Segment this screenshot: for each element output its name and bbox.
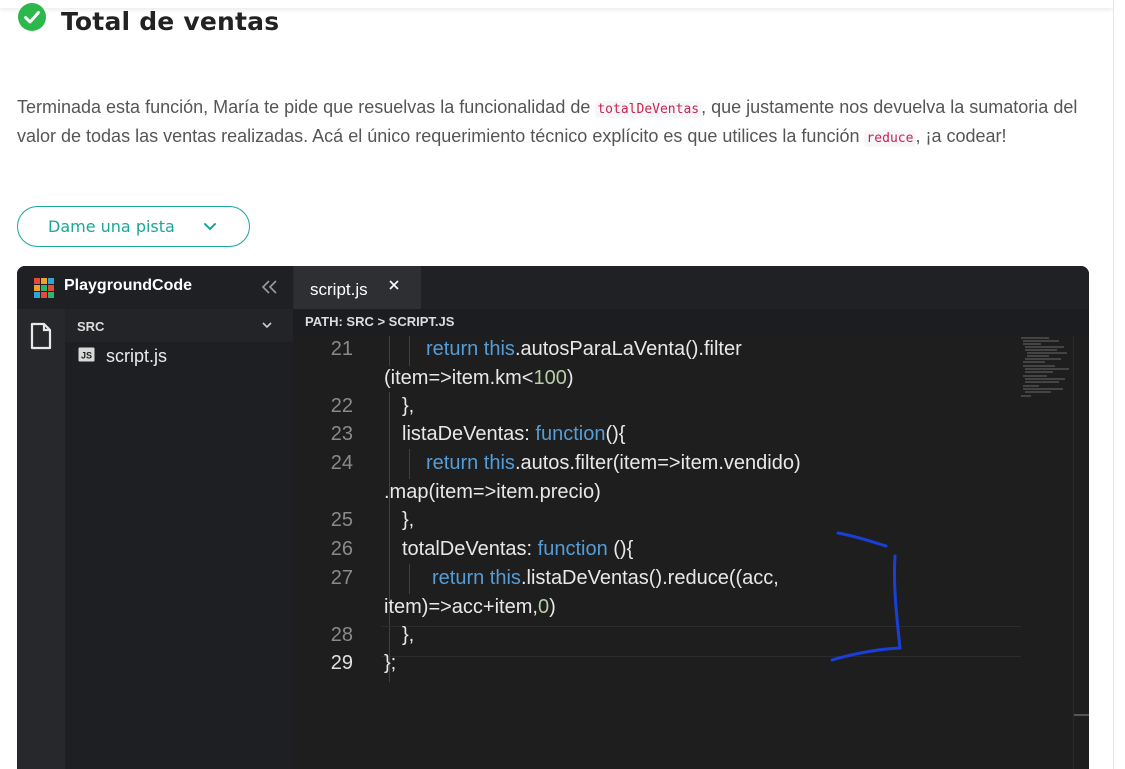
code-minimap[interactable]: [1019, 336, 1074, 406]
svg-text:JS: JS: [81, 351, 92, 361]
code-line: 25 },: [293, 507, 1023, 535]
file-script-js[interactable]: script.js: [106, 346, 167, 367]
code-line: 21 return this.autosParaLaVenta().filter: [293, 336, 1023, 364]
code-content: listaDeVentas: function(){: [402, 423, 625, 446]
code-keyword: return this: [426, 452, 515, 474]
line-number: 23: [330, 423, 353, 445]
code-content: },: [402, 509, 415, 531]
code-token: ): [549, 596, 556, 618]
exercise-description: Terminada esta función, María te pide qu…: [17, 94, 1107, 152]
code-token: (){: [605, 423, 626, 445]
description-text: Terminada esta función, María te pide qu…: [17, 97, 596, 117]
file-icon[interactable]: [30, 322, 52, 350]
code-number: 100: [533, 367, 567, 389]
line-number: 28: [330, 624, 353, 646]
code-content: .map(item=>item.precio): [384, 481, 601, 503]
code-line: 29 };: [293, 650, 1023, 678]
code-line: 27 return this.listaDeVentas().reduce((a…: [293, 565, 1023, 593]
folder-src[interactable]: SRC: [65, 309, 293, 342]
code-editor[interactable]: PATH: SRC > SCRIPT.JS 21 return this.aut…: [293, 309, 1089, 769]
code-area[interactable]: 21 return this.autosParaLaVenta().filter…: [293, 336, 1023, 769]
code-content: return this.listaDeVentas().reduce((acc,: [432, 567, 779, 590]
code-content: },: [402, 395, 415, 417]
line-number: 29: [330, 652, 353, 674]
brand-name: PlaygroundCode: [64, 277, 193, 294]
page-scrollbar[interactable]: [1113, 0, 1125, 769]
code-line-wrap: item)=>acc+item,0): [293, 593, 1023, 621]
ide-header: PlaygroundCode script.js: [17, 266, 1089, 309]
chevron-down-icon: [204, 223, 216, 231]
code-line: 26 totalDeVentas: function (){: [293, 536, 1023, 564]
tab-label: script.js: [310, 280, 368, 299]
code-content: };: [384, 652, 397, 674]
code-line-wrap: .map(item=>item.precio): [293, 478, 1023, 506]
code-token: listaDeVentas:: [402, 423, 536, 445]
code-content: totalDeVentas: function (){: [402, 538, 633, 561]
code-keyword: function: [537, 538, 608, 560]
code-line: 28 },: [293, 622, 1023, 650]
code-token: item)=>acc+item,: [384, 596, 538, 618]
code-token: .listaDeVentas().reduce((acc,: [520, 567, 779, 589]
folder-label: SRC: [77, 319, 105, 334]
code-token: (){: [607, 538, 634, 560]
line-number: 25: [330, 509, 353, 531]
code-playground: PlaygroundCode script.js SRC JS script.j…: [17, 266, 1089, 769]
section-header: Total de ventas: [17, 3, 280, 38]
code-token: (item=>item.km<: [384, 367, 534, 389]
line-number: 27: [330, 567, 353, 589]
line-number: 21: [330, 338, 353, 360]
ide-brand: PlaygroundCode: [17, 266, 294, 309]
description-text: , ¡a codear!: [915, 126, 1007, 146]
file-explorer: SRC JS script.js: [65, 309, 293, 769]
tab-script-js[interactable]: script.js: [294, 266, 421, 309]
check-circle-icon: [18, 3, 46, 31]
code-token: .autos.filter(item=>item.vendido): [514, 452, 801, 474]
code-token: ): [566, 367, 574, 389]
code-keyword: function: [535, 423, 606, 445]
hint-button[interactable]: Dame una pista: [17, 206, 250, 247]
code-line: 23 listaDeVentas: function(){: [293, 421, 1023, 449]
page-title: Total de ventas: [61, 6, 280, 36]
code-token: totalDeVentas:: [402, 538, 538, 560]
code-keyword: return this: [432, 567, 521, 589]
code-content: item)=>acc+item,0): [384, 596, 556, 619]
code-number: 0: [537, 596, 550, 618]
chevron-down-icon: [262, 322, 272, 329]
code-content: return this.autos.filter(item=>item.vend…: [426, 452, 801, 475]
code-content: return this.autosParaLaVenta().filter: [426, 338, 742, 361]
js-file-icon: JS: [78, 347, 95, 362]
double-chevron-left-icon[interactable]: [261, 279, 279, 295]
close-icon[interactable]: [388, 279, 400, 291]
code-content: (item=>item.km<100): [384, 367, 574, 390]
code-line-wrap: (item=>item.km<100): [293, 364, 1023, 392]
code-keyword: return this: [426, 338, 515, 360]
code-line: 22 },: [293, 393, 1023, 421]
grid-logo-icon: [34, 278, 54, 298]
hint-button-label: Dame una pista: [48, 217, 175, 236]
code-token: .autosParaLaVenta().filter: [514, 338, 742, 360]
activity-bar: [17, 309, 65, 769]
file-path: PATH: SRC > SCRIPT.JS: [305, 314, 455, 329]
inline-code-reduce: reduce: [864, 130, 916, 147]
scrollbar-marker: [1074, 714, 1089, 716]
path-bar: PATH: SRC > SCRIPT.JS: [293, 309, 1089, 336]
editor-scrollbar[interactable]: [1073, 336, 1089, 769]
line-number: 22: [330, 395, 353, 417]
code-content: },: [402, 624, 415, 646]
inline-code-totaldeventas: totalDeVentas: [595, 101, 702, 118]
line-number: 24: [330, 452, 353, 474]
line-number: 26: [330, 538, 353, 560]
code-line: 24 return this.autos.filter(item=>item.v…: [293, 450, 1023, 478]
